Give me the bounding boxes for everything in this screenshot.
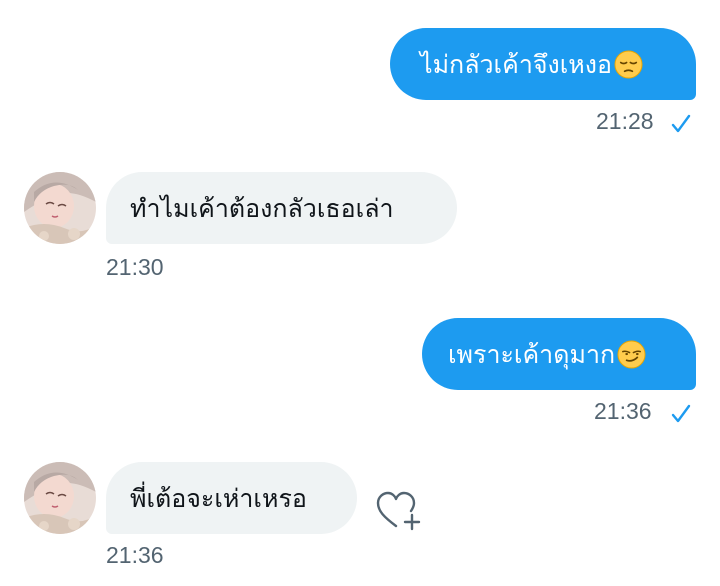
message-timestamp: 21:36: [594, 398, 652, 424]
message-bubble-received[interactable]: พี่เต้อจะเห่าเหรอ: [106, 462, 357, 534]
heart-plus-icon[interactable]: [374, 488, 422, 532]
message-bubble-received[interactable]: ทำไมเค้าต้องกลัวเธอเล่า: [106, 172, 457, 244]
message-bubble-sent[interactable]: ไม่กลัวเค้าจึงเหงอ: [390, 28, 696, 100]
message-timestamp: 21:36: [106, 542, 164, 568]
avatar[interactable]: [24, 462, 96, 534]
smirking-face-icon: [617, 339, 646, 369]
message-text: เพราะเค้าดุมาก: [448, 339, 616, 369]
message-text: พี่เต้อจะเห่าเหรอ: [130, 483, 307, 513]
message-timestamp: 21:28: [596, 108, 654, 134]
message-bubble-sent[interactable]: เพราะเค้าดุมาก: [422, 318, 696, 390]
message-text: ทำไมเค้าต้องกลัวเธอเล่า: [130, 193, 394, 223]
pensive-face-icon: [614, 49, 643, 79]
sent-check-icon: [671, 114, 691, 133]
avatar-image: [24, 462, 96, 534]
avatar[interactable]: [24, 172, 96, 244]
message-timestamp: 21:30: [106, 254, 164, 280]
avatar-image: [24, 172, 96, 244]
message-text: ไม่กลัวเค้าจึงเหงอ: [420, 49, 612, 79]
sent-check-icon: [671, 404, 691, 423]
